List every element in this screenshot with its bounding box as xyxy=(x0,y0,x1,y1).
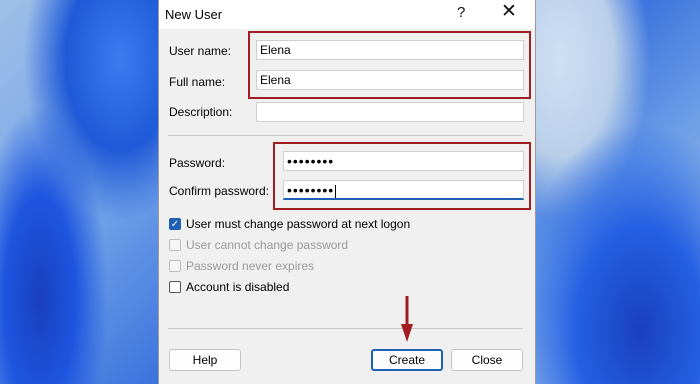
fullname-label: Full name: xyxy=(169,75,226,89)
checkbox-icon[interactable] xyxy=(169,281,181,293)
help-button[interactable]: Help xyxy=(169,349,241,371)
title-bar: New User ? ✕ xyxy=(159,0,535,29)
checkbox-icon xyxy=(169,260,181,272)
description-label: Description: xyxy=(169,105,233,119)
create-button[interactable]: Create xyxy=(371,349,443,371)
window-title: New User xyxy=(165,7,223,22)
highlight-password-fields xyxy=(273,142,531,210)
option-label: Password never expires xyxy=(186,259,315,273)
password-label: Password: xyxy=(169,156,226,170)
separator xyxy=(168,328,523,329)
checkbox-icon xyxy=(169,239,181,251)
checkbox-checked-icon[interactable]: ✓ xyxy=(169,218,181,230)
highlight-name-fields xyxy=(248,31,531,99)
confirm-password-label: Confirm password: xyxy=(169,184,270,198)
description-field[interactable] xyxy=(256,102,524,122)
arrow-down-icon xyxy=(401,296,413,342)
separator xyxy=(168,135,523,136)
close-icon[interactable]: ✕ xyxy=(501,2,517,22)
option-label: Account is disabled xyxy=(186,280,290,294)
close-button[interactable]: Close xyxy=(451,349,523,371)
username-label: User name: xyxy=(169,44,232,58)
option-label: User cannot change password xyxy=(186,238,349,252)
option-label: User must change password at next logon xyxy=(186,217,411,231)
help-icon[interactable]: ? xyxy=(457,4,465,21)
